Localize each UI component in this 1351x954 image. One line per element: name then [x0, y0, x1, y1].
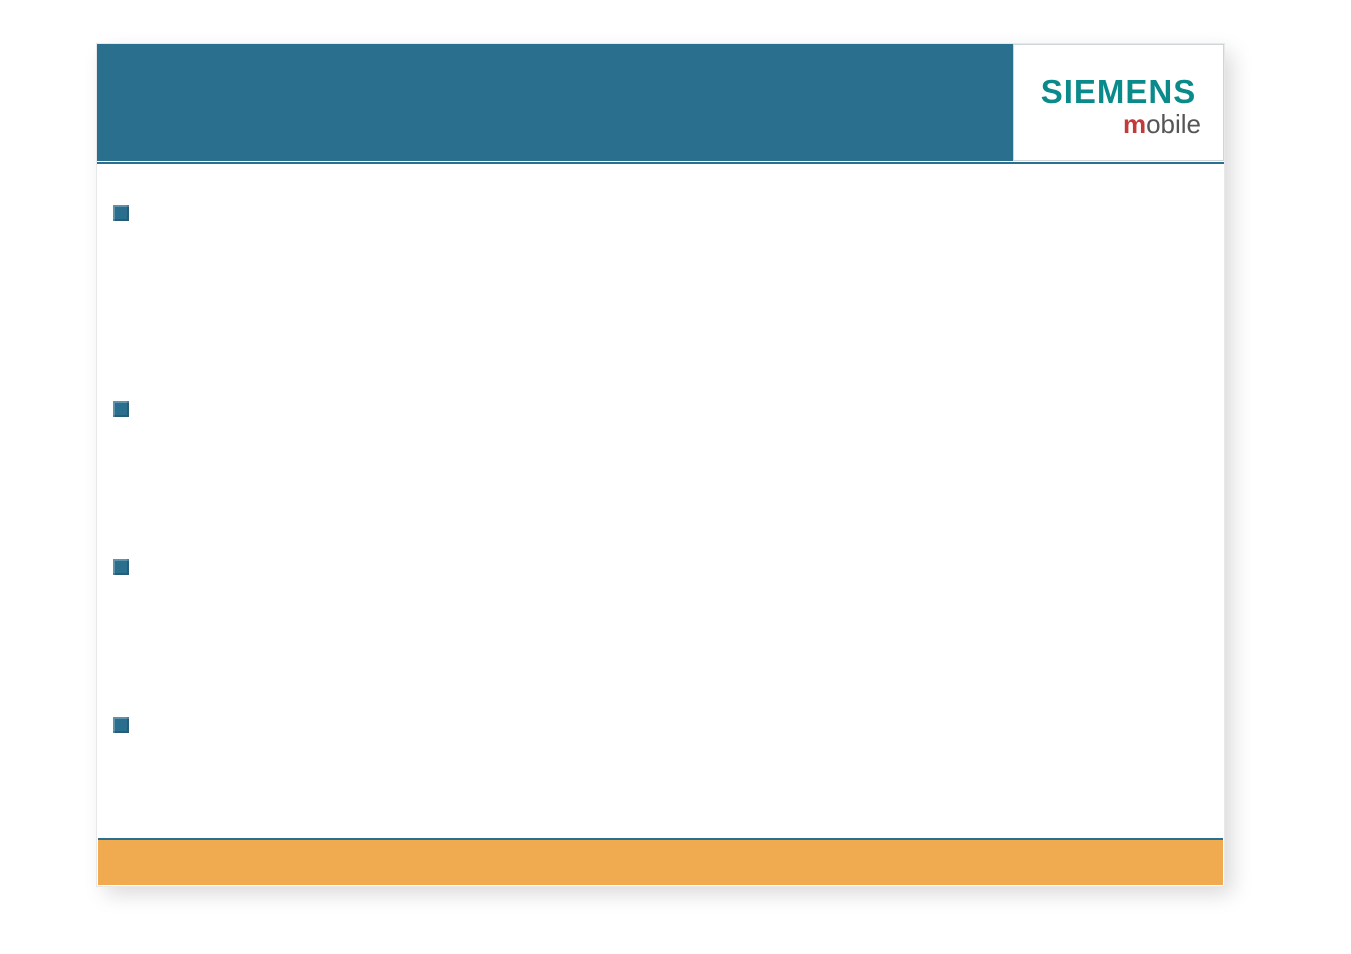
- mobile-rest: obile: [1146, 109, 1201, 139]
- mobile-m-glyph: m: [1123, 109, 1146, 139]
- slide-title: [121, 74, 991, 144]
- bullet-text: [141, 714, 1201, 814]
- bullet-square-icon: [113, 205, 129, 221]
- logo-panel: SIEMENS mobile: [1013, 44, 1224, 161]
- siemens-wordmark: SIEMENS: [1041, 75, 1197, 108]
- slide: SIEMENS mobile: [97, 44, 1224, 886]
- bullet-text: [141, 202, 1201, 362]
- slide-footer-bar: [98, 838, 1223, 885]
- bullet-square-icon: [113, 401, 129, 417]
- bullet-text: [141, 398, 1201, 518]
- bullet-square-icon: [113, 717, 129, 733]
- slide-canvas: SIEMENS mobile: [0, 0, 1351, 954]
- bullet-text: [141, 556, 1201, 676]
- bullet-square-icon: [113, 559, 129, 575]
- slide-header: SIEMENS mobile: [97, 44, 1224, 162]
- mobile-wordmark: mobile: [1123, 110, 1223, 139]
- slide-body: [97, 164, 1224, 838]
- title-band: [97, 44, 1013, 161]
